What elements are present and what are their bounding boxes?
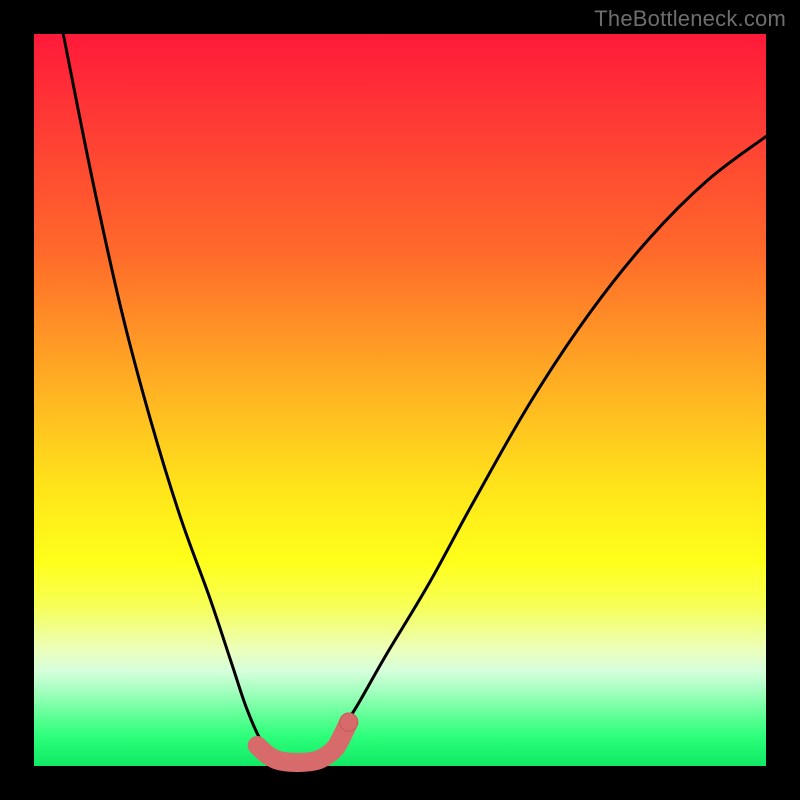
marker-dot	[340, 713, 358, 731]
chart-frame: TheBottleneck.com	[0, 0, 800, 800]
plot-area	[34, 34, 766, 766]
bottleneck-curve	[63, 34, 766, 763]
watermark: TheBottleneck.com	[594, 6, 786, 32]
bottom-marker-group	[257, 713, 358, 762]
curve-svg	[34, 34, 766, 766]
marker-connector	[257, 722, 349, 762]
curve-group	[63, 34, 766, 763]
